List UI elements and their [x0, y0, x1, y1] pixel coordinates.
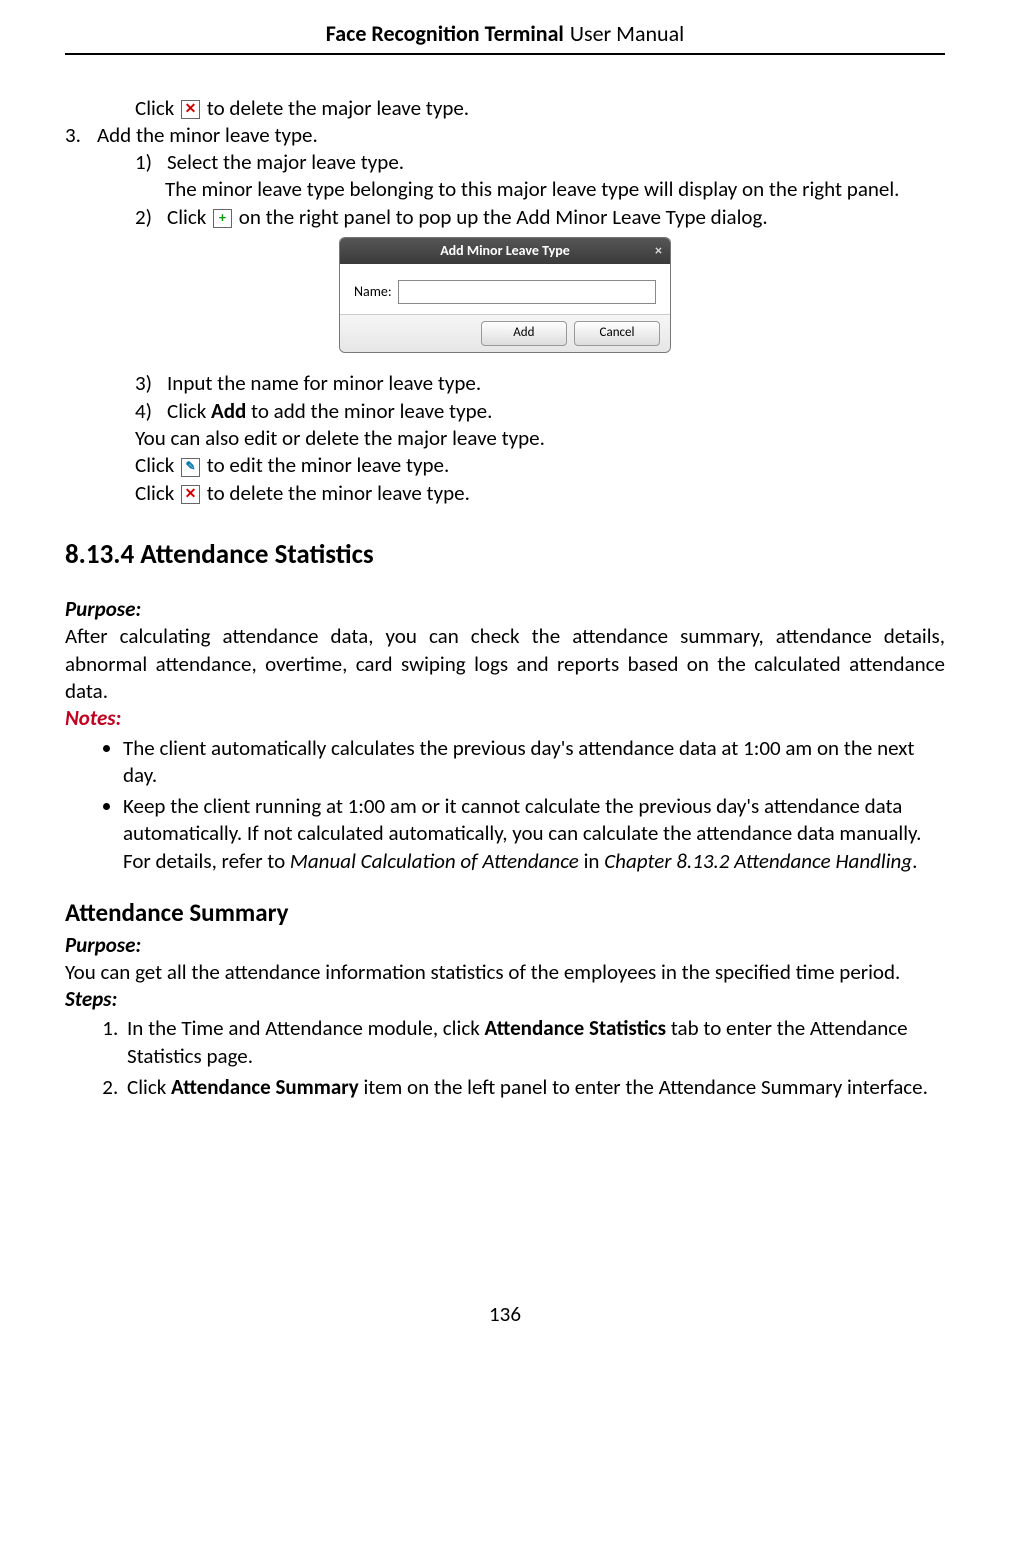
header-title-bold: Face Recognition Terminal: [326, 20, 564, 47]
dialog-cancel-button[interactable]: Cancel: [574, 321, 660, 346]
step1-a: In the Time and Attendance module, click: [127, 1015, 485, 1041]
line-click-edit-minor: Click ✎ to edit the minor leave type.: [135, 452, 945, 479]
s34-a: Click: [167, 398, 211, 424]
summary-step-2: Click Attendance Summary item on the lef…: [123, 1074, 945, 1101]
substep-3-1-text: Select the major leave type.: [167, 149, 945, 176]
dialog-figure: Add Minor Leave Type × Name: Add Cancel: [65, 237, 945, 360]
steps-label: Steps:: [65, 986, 945, 1013]
step2-a: Click: [127, 1074, 171, 1100]
substep-3-3: 3) Input the name for minor leave type.: [135, 370, 945, 397]
substep-3-1-sub: The minor leave type belonging to this m…: [165, 176, 945, 203]
s34-b: to add the minor leave type.: [246, 398, 492, 424]
delete-icon: ✕: [181, 100, 200, 119]
step-3-row: 3. Add the minor leave type.: [65, 122, 945, 149]
page-container: Face Recognition TerminalUser Manual Cli…: [0, 0, 1010, 1349]
text-delete-major: to delete the major leave type.: [207, 95, 469, 121]
note2-em2: Chapter 8.13.2 Attendance Handling: [604, 848, 912, 874]
substep-3-1-num: 1): [135, 149, 167, 176]
edit-b: to edit the minor leave type.: [207, 452, 450, 478]
dialog-body: Name:: [340, 264, 670, 314]
substep-3-2-b: on the right panel to pop up the Add Min…: [239, 204, 768, 230]
substep-3-3-num: 3): [135, 370, 167, 397]
substep-3-3-text: Input the name for minor leave type.: [167, 370, 945, 397]
del-a: Click: [135, 480, 174, 506]
notes-list: The client automatically calculates the …: [65, 735, 945, 875]
summary-step-1: In the Time and Attendance module, click…: [123, 1015, 945, 1070]
substep-3-4-text: Click Add to add the minor leave type.: [167, 398, 945, 425]
substep-3-1: 1) Select the major leave type.: [135, 149, 945, 176]
s34-bold: Add: [211, 398, 246, 424]
page-header: Face Recognition TerminalUser Manual: [65, 20, 945, 55]
substep-3-2-num: 2): [135, 204, 167, 231]
name-label: Name:: [354, 283, 392, 301]
dialog-titlebar: Add Minor Leave Type ×: [340, 238, 670, 264]
subheading-attendance-summary: Attendance Summary: [65, 897, 945, 930]
substep-3-4-num: 4): [135, 398, 167, 425]
add-icon: +: [213, 209, 232, 228]
dialog-close-icon[interactable]: ×: [655, 242, 662, 260]
note2-b: in: [579, 848, 604, 874]
header-title-thin: User Manual: [570, 20, 684, 47]
substep-3-2: 2) Click + on the right panel to pop up …: [135, 204, 945, 231]
edit-a: Click: [135, 452, 174, 478]
delete-icon-2: ✕: [181, 485, 200, 504]
del-b: to delete the minor leave type.: [207, 480, 470, 506]
edit-delete-intro: You can also edit or delete the major le…: [135, 425, 945, 452]
note-2: Keep the client running at 1:00 am or it…: [123, 793, 945, 875]
substep-3-4: 4) Click Add to add the minor leave type…: [135, 398, 945, 425]
dialog-button-bar: Add Cancel: [340, 314, 670, 352]
section-heading-attendance-statistics: 8.13.4 Attendance Statistics: [65, 537, 945, 572]
line-click-delete-major: Click ✕ to delete the major leave type.: [135, 95, 945, 122]
note2-em1: Manual Calculation of Attendance: [290, 848, 579, 874]
edit-icon: ✎: [181, 458, 200, 477]
step1-bold: Attendance Statistics: [485, 1015, 667, 1041]
purpose-body: After calculating attendance data, you c…: [65, 623, 945, 705]
dialog-add-button[interactable]: Add: [481, 321, 567, 346]
name-input[interactable]: [398, 280, 656, 304]
note-1: The client automatically calculates the …: [123, 735, 945, 790]
step-3-text: Add the minor leave type.: [97, 122, 945, 149]
line-click-delete-minor: Click ✕ to delete the minor leave type.: [135, 480, 945, 507]
page-number: 136: [65, 1301, 945, 1328]
summary-purpose-label: Purpose:: [65, 932, 945, 959]
add-minor-leave-type-dialog: Add Minor Leave Type × Name: Add Cancel: [339, 237, 671, 353]
step-3-number: 3.: [65, 122, 97, 149]
substep-3-2-text: Click + on the right panel to pop up the…: [167, 204, 945, 231]
summary-steps: In the Time and Attendance module, click…: [65, 1015, 945, 1101]
substep-3-2-a: Click: [167, 204, 206, 230]
note2-c: .: [912, 848, 917, 874]
name-field-row: Name:: [354, 280, 656, 304]
dialog-title: Add Minor Leave Type: [440, 242, 570, 259]
step2-b: item on the left panel to enter the Atte…: [359, 1074, 928, 1100]
purpose-label: Purpose:: [65, 596, 945, 623]
step2-bold: Attendance Summary: [171, 1074, 359, 1100]
notes-label: Notes:: [65, 705, 945, 732]
summary-purpose-body: You can get all the attendance informati…: [65, 959, 945, 986]
